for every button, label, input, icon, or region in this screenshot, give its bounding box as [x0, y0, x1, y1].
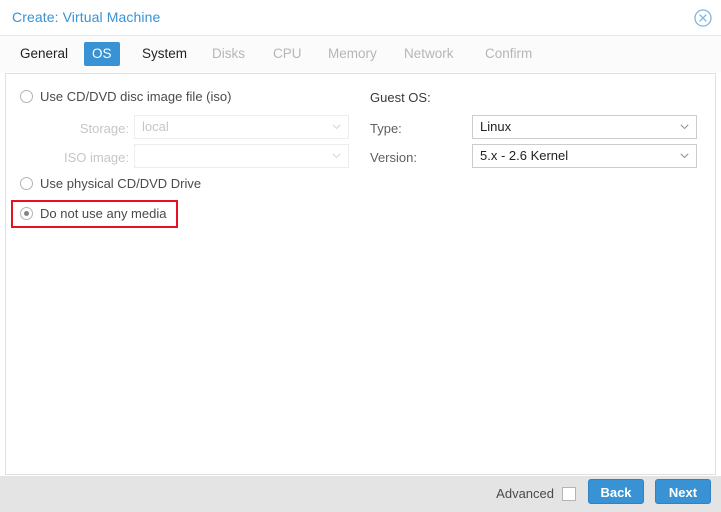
chevron-down-icon — [332, 124, 341, 130]
radio-use-iso-file[interactable]: Use CD/DVD disc image file (iso) — [20, 89, 231, 104]
tab-disks: Disks — [212, 46, 245, 61]
storage-label: Storage: — [79, 121, 129, 136]
tab-confirm: Confirm — [485, 46, 533, 61]
storage-select: local — [134, 115, 349, 139]
advanced-label: Advanced — [496, 486, 554, 501]
os-type-select[interactable]: Linux — [472, 115, 697, 139]
tab-cpu: CPU — [273, 46, 302, 61]
radio-no-media[interactable]: Do not use any media — [20, 206, 166, 221]
os-tab-panel: Use CD/DVD disc image file (iso) Storage… — [5, 73, 716, 475]
back-button[interactable]: Back — [588, 479, 644, 504]
os-version-select[interactable]: 5.x - 2.6 Kernel — [472, 144, 697, 168]
tab-network: Network — [404, 46, 454, 61]
radio-use-physical-drive[interactable]: Use physical CD/DVD Drive — [20, 176, 201, 191]
tab-system[interactable]: System — [134, 42, 195, 66]
iso-image-label: ISO image: — [63, 150, 129, 165]
tab-general[interactable]: General — [12, 42, 76, 66]
dialog-title: Create: Virtual Machine — [12, 9, 161, 25]
close-circle-icon[interactable] — [693, 8, 713, 28]
chevron-down-icon — [332, 153, 341, 159]
next-button[interactable]: Next — [655, 479, 711, 504]
os-version-value: 5.x - 2.6 Kernel — [480, 148, 569, 163]
radio-indicator-no-media — [20, 207, 33, 220]
storage-value: local — [142, 119, 169, 134]
iso-image-select — [134, 144, 349, 168]
tab-os[interactable]: OS — [84, 42, 120, 66]
radio-indicator-physical — [20, 177, 33, 190]
radio-label-no-media: Do not use any media — [40, 206, 167, 221]
dialog-titlebar: Create: Virtual Machine — [0, 0, 721, 36]
chevron-down-icon — [680, 153, 689, 159]
radio-label-iso: Use CD/DVD disc image file (iso) — [40, 89, 232, 104]
tab-memory: Memory — [328, 46, 377, 61]
radio-label-physical: Use physical CD/DVD Drive — [40, 176, 202, 191]
chevron-down-icon — [680, 124, 689, 130]
guest-os-heading: Guest OS: — [370, 90, 431, 105]
advanced-checkbox[interactable] — [562, 486, 576, 501]
advanced-toggle[interactable]: Advanced — [496, 486, 576, 501]
os-type-value: Linux — [480, 119, 512, 134]
create-vm-dialog: Create: Virtual Machine General OS Syste… — [0, 0, 721, 512]
wizard-tabbar: General OS System Disks CPU Memory Netwo… — [0, 36, 721, 72]
radio-indicator-iso — [20, 90, 33, 103]
